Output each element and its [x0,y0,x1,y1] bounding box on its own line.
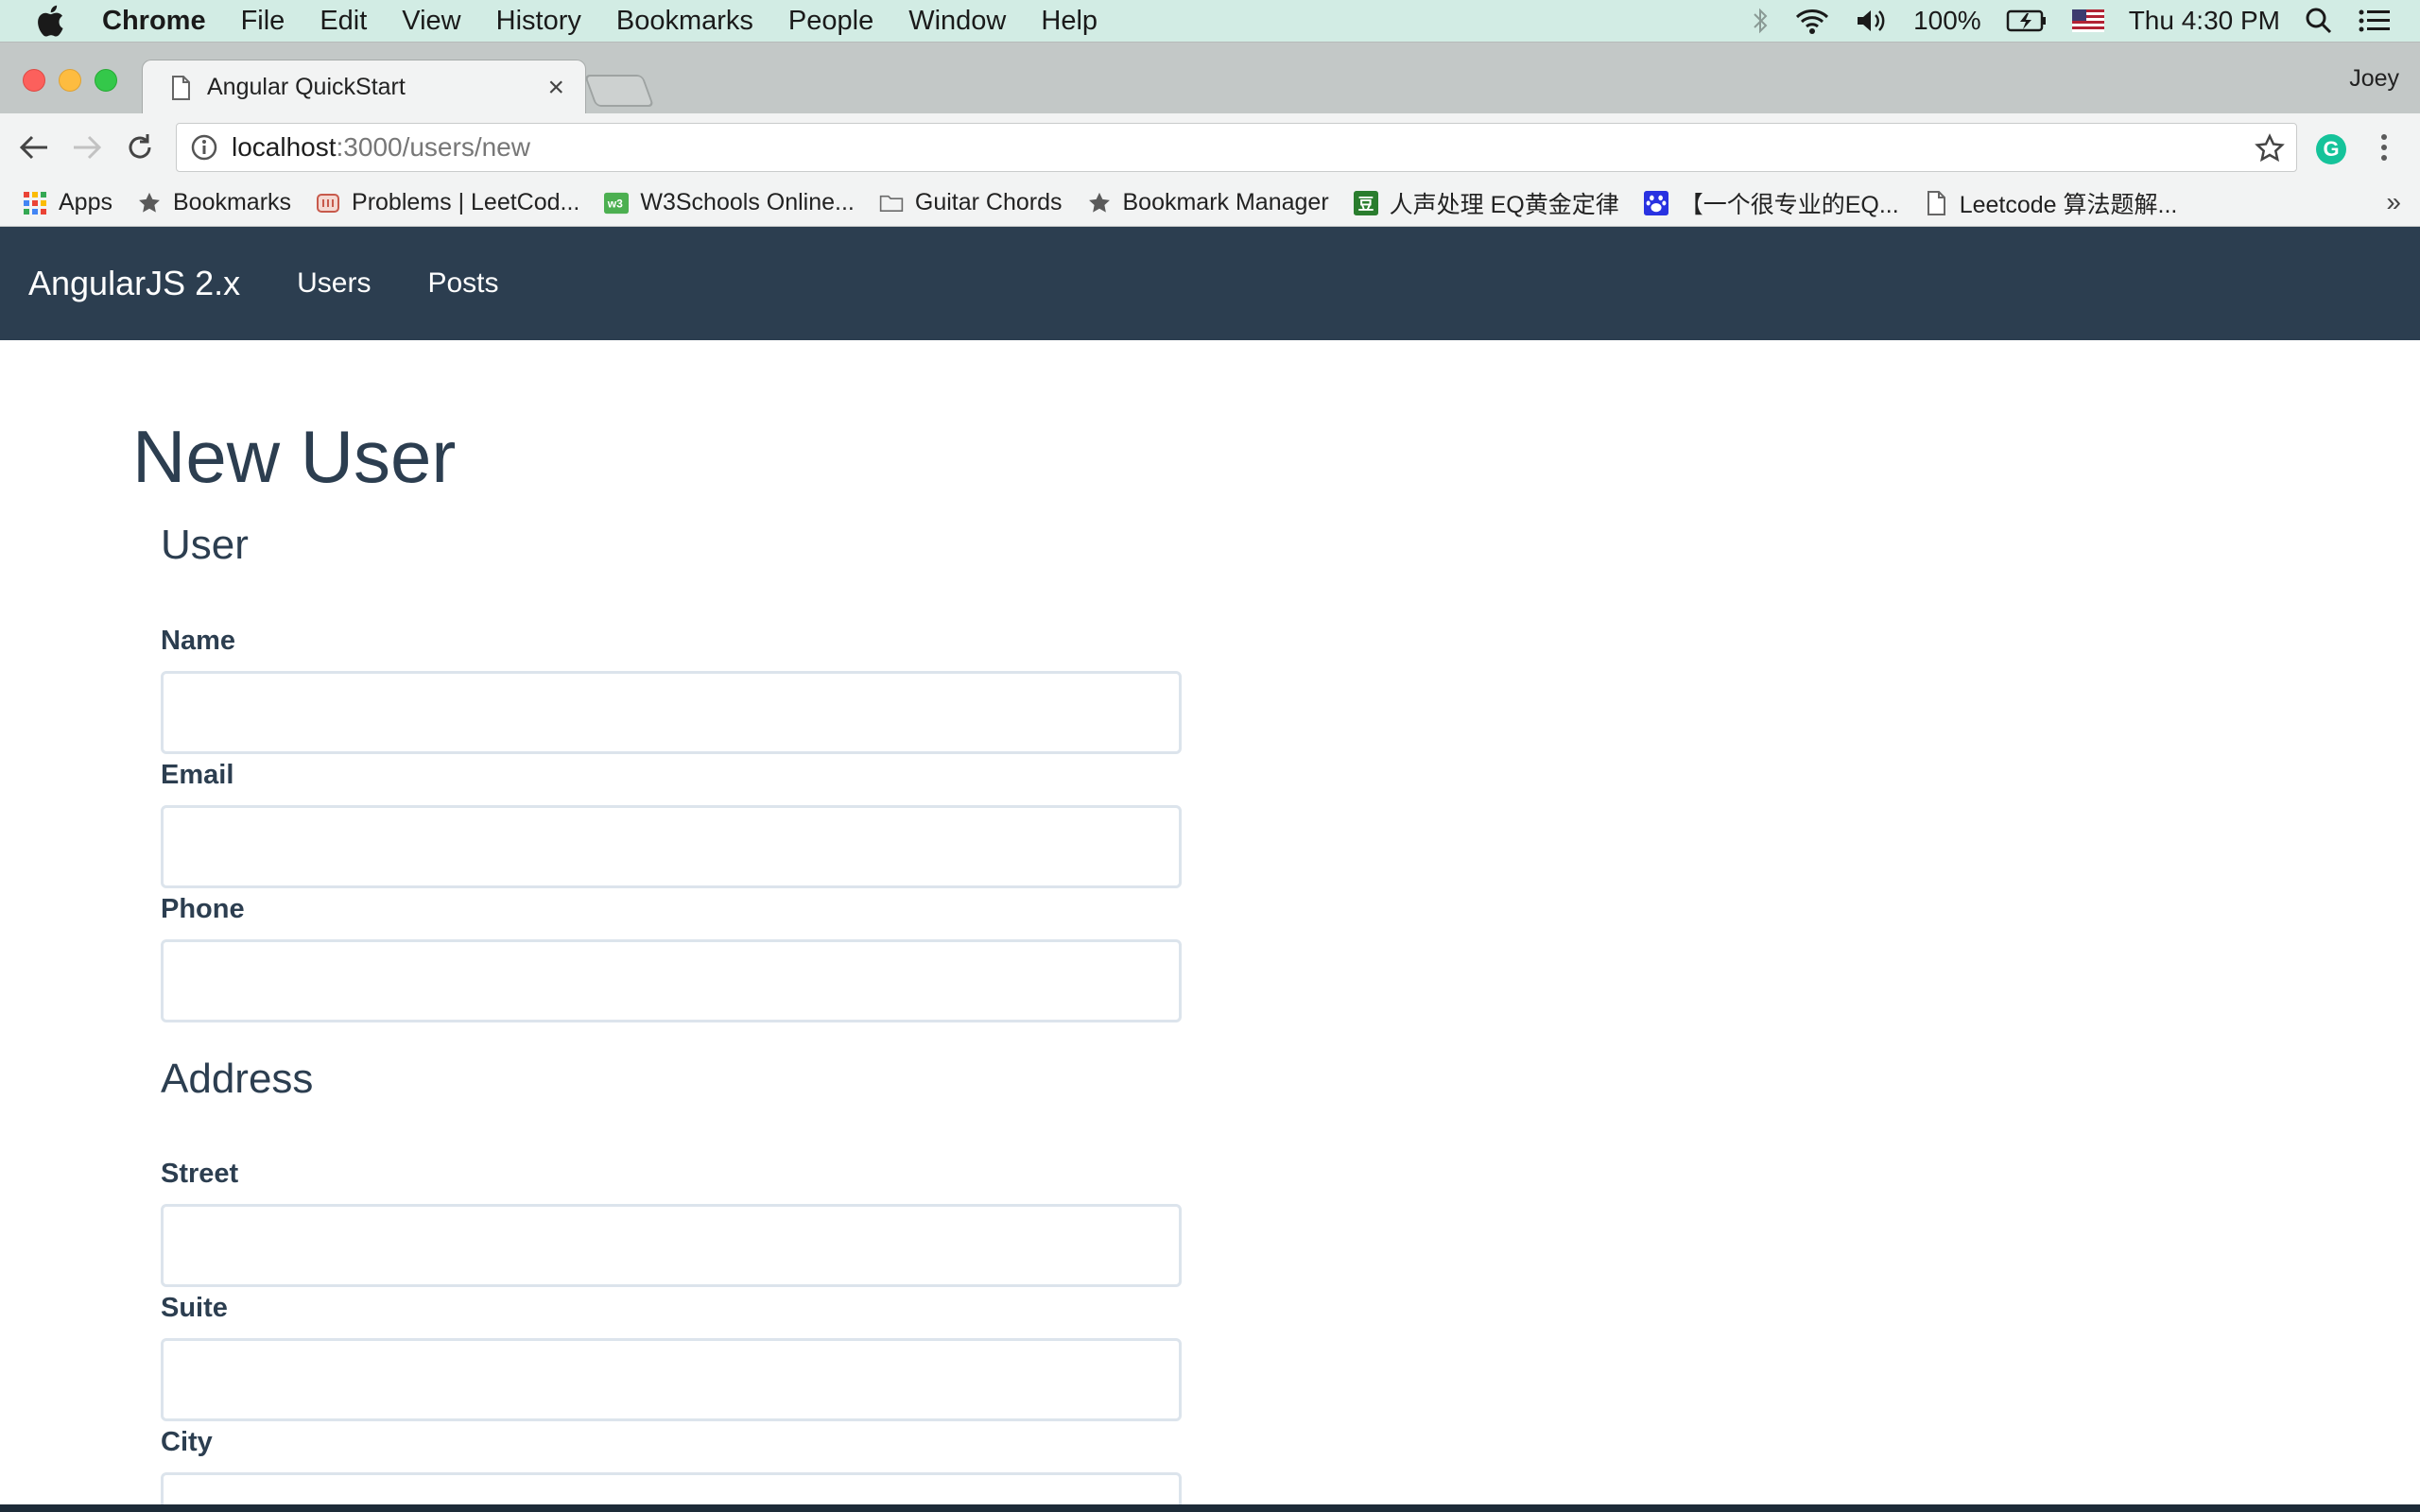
email-input[interactable] [161,805,1182,888]
w3schools-icon: w3 [604,191,630,215]
bookmark-label: Bookmarks [172,189,292,215]
svg-text:豆: 豆 [1357,194,1374,213]
screen: Chrome File Edit View History Bookmarks … [0,0,2420,1512]
star-icon [137,191,162,215]
apple-logo-icon[interactable] [36,5,74,37]
menu-view[interactable]: View [402,0,460,42]
bookmark-label: 人声处理 EQ黄金定律 [1389,191,1619,218]
page-title: New User [132,415,457,498]
nav-link-users[interactable]: Users [297,267,371,300]
section-title-address: Address [161,1056,314,1102]
bookmark-label: Leetcode 算法题解... [1959,191,2178,218]
menu-window[interactable]: Window [908,0,1006,42]
forward-arrow-icon[interactable] [68,129,106,166]
window-minimize-button[interactable] [59,69,81,92]
grammarly-extension-icon[interactable]: G [2316,134,2346,164]
bookmark-star-icon[interactable] [2255,133,2285,163]
svg-text:w3: w3 [607,197,623,210]
new-tab-button[interactable] [583,75,655,107]
bookmark-leetcode-solutions[interactable]: Leetcode 算法题解... [1924,186,2178,220]
email-label: Email [161,760,234,790]
menu-people[interactable]: People [788,0,873,42]
navbar-brand[interactable]: AngularJS 2.x [28,264,240,303]
notification-center-icon[interactable] [2358,8,2392,34]
bookmarks-overflow-icon[interactable]: » [2386,187,2401,217]
name-label: Name [161,626,235,656]
page-content: New User User Name Email Phone Address S… [0,340,2420,1512]
nav-link-posts[interactable]: Posts [427,267,498,300]
city-label: City [161,1427,213,1457]
browser-toolbar: localhost:3000/users/new G [0,113,2420,180]
bookmark-label: Bookmark Manager [1122,189,1329,215]
phone-label: Phone [161,894,245,924]
tab-title: Angular QuickStart [207,74,406,100]
url-path: :3000/users/new [336,132,530,162]
back-arrow-icon[interactable] [15,129,53,166]
star-icon [1087,191,1112,215]
url-host: localhost [232,132,337,162]
bookmark-label: Apps [59,189,112,215]
suite-input[interactable] [161,1338,1182,1421]
menu-history[interactable]: History [496,0,581,42]
leetcode-icon [316,191,340,215]
chrome-menu-icon[interactable] [2375,130,2394,164]
tab-angular-quickstart[interactable]: Angular QuickStart × [142,60,586,114]
battery-charging-icon[interactable] [2006,9,2048,33]
bookmark-manager[interactable]: Bookmark Manager [1087,189,1329,216]
douban-icon: 豆 [1353,190,1378,215]
folder-icon [879,191,904,215]
volume-icon[interactable] [1855,7,1889,35]
bluetooth-icon[interactable] [1751,7,1770,35]
menu-file[interactable]: File [241,0,285,42]
name-input[interactable] [161,671,1182,754]
section-title-user: User [161,522,249,568]
bookmark-label: Problems | LeetCod... [352,189,580,215]
bookmark-w3schools[interactable]: w3 W3Schools Online... [604,189,855,216]
window-close-button[interactable] [23,69,45,92]
street-label: Street [161,1159,239,1189]
page-icon [1924,190,1948,215]
macos-menubar: Chrome File Edit View History Bookmarks … [0,0,2420,42]
street-input[interactable] [161,1204,1182,1287]
page-icon [171,75,190,100]
bookmark-label: Guitar Chords [914,189,1063,215]
battery-percent: 100% [1913,6,1981,35]
bookmark-bookmarks[interactable]: Bookmarks [137,189,291,216]
bookmark-baidu-eq[interactable]: 【一个很专业的EQ... [1643,186,1899,220]
us-flag-icon[interactable] [2071,9,2104,32]
tab-strip: Angular QuickStart × Joey [0,42,2420,114]
profile-name[interactable]: Joey [2349,65,2399,93]
app-navbar: AngularJS 2.x Users Posts [0,227,2420,340]
bookmarks-bar: Apps Bookmarks Problems | LeetCod... w3 … [0,180,2420,227]
apps-grid-icon [23,191,47,215]
tab-close-icon[interactable]: × [547,72,564,104]
address-bar[interactable]: localhost:3000/users/new [176,123,2297,172]
status-area: 100% Thu 4:30 PM [1751,0,2392,42]
site-info-icon[interactable] [190,133,218,162]
window-bottom-edge [0,1504,2420,1512]
menu-help[interactable]: Help [1041,0,1098,42]
baidu-paw-icon [1643,190,1668,215]
bookmark-label: 【一个很专业的EQ... [1679,191,1899,218]
menu-app-chrome[interactable]: Chrome [102,0,206,42]
bookmark-douban-eq[interactable]: 豆 人声处理 EQ黄金定律 [1353,186,1619,220]
window-zoom-button[interactable] [95,69,117,92]
bookmark-apps[interactable]: Apps [23,189,112,216]
phone-input[interactable] [161,939,1182,1022]
menubar-clock[interactable]: Thu 4:30 PM [2129,6,2280,36]
bookmark-guitar-chords[interactable]: Guitar Chords [879,189,1063,216]
suite-label: Suite [161,1293,228,1323]
bookmark-leetcode[interactable]: Problems | LeetCod... [316,189,579,216]
menu-edit[interactable]: Edit [320,0,367,42]
wifi-icon[interactable] [1794,7,1830,35]
spotlight-search-icon[interactable] [2305,7,2333,35]
menu-bookmarks[interactable]: Bookmarks [616,0,753,42]
reload-icon[interactable] [121,129,159,166]
bookmark-label: W3Schools Online... [640,189,855,215]
